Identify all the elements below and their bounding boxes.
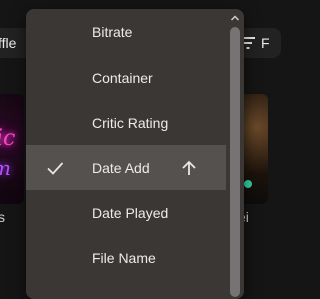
sort-options-list: Bitrate Container Critic Rating Date Add… — [26, 9, 226, 280]
check-icon — [47, 161, 64, 175]
sort-by-menu: Bitrate Container Critic Rating Date Add… — [26, 9, 244, 299]
menu-item-bitrate[interactable]: Bitrate — [26, 9, 226, 55]
chevron-up-icon[interactable] — [229, 12, 241, 24]
menu-scrollbar[interactable] — [226, 9, 244, 299]
card-art-text: m — [0, 156, 11, 180]
media-card-left[interactable]: ic m — [0, 94, 24, 204]
arrow-up-icon — [182, 160, 196, 175]
shuffle-button-label: ffle — [0, 35, 17, 51]
card-badge — [244, 180, 252, 188]
scrollbar-thumb[interactable] — [230, 27, 240, 297]
menu-item-label: Bitrate — [92, 24, 133, 40]
menu-item-file-name[interactable]: File Name — [26, 235, 226, 280]
menu-item-date-played[interactable]: Date Played — [26, 190, 226, 235]
menu-item-container[interactable]: Container — [26, 55, 226, 100]
menu-item-date-add[interactable]: Date Add — [26, 145, 226, 190]
menu-item-label: Date Played — [92, 204, 169, 221]
menu-item-critic-rating[interactable]: Critic Rating — [26, 100, 226, 145]
menu-item-label: File Name — [92, 249, 156, 266]
media-title-left: s — [0, 209, 5, 225]
menu-item-label: Container — [92, 69, 153, 86]
menu-item-label: Critic Rating — [92, 114, 169, 131]
menu-item-label: Date Add — [92, 159, 150, 176]
filter-button-label: F — [261, 35, 270, 51]
card-art-text: ic — [0, 126, 16, 151]
